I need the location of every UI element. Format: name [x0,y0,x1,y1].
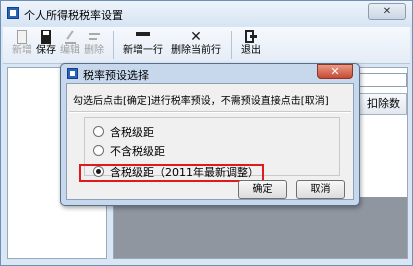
add-row-button[interactable]: 新增一行 [121,30,165,60]
dialog-app-icon [67,68,78,79]
delete-row-button-label: 删除当前行 [171,45,221,56]
ok-button[interactable]: 确定 [238,180,287,199]
edit-button[interactable]: 编辑 [59,30,81,60]
grid-empty-area [114,197,407,258]
add-row-icon [136,30,150,44]
delete-row-button[interactable]: ✕ 删除当前行 [167,30,225,60]
dialog-instruction: 勾选后点击[确定]进行税率预设，不需预设直接点击[取消] [73,96,329,107]
radio-label: 不含税级距 [110,145,165,158]
dialog-title: 税率预设选择 [83,69,149,82]
save-button-label: 保存 [36,45,56,56]
main-window-title: 个人所得税税率设置 [24,9,123,22]
save-button[interactable]: 保存 [35,30,57,60]
dialog-title-bar: 税率预设选择 ✕ [61,64,359,83]
close-icon: ✕ [330,65,340,78]
radio-option-tax-inclusive[interactable]: 含税级距 [93,125,154,141]
radio-option-tax-exclusive[interactable]: 不含税级距 [93,144,165,160]
exit-button-label: 退出 [241,45,261,56]
dialog-content: 勾选后点击[确定]进行税率预设，不需预设直接点击[取消] 含税级距 不含税级距 … [66,83,354,200]
close-icon: ✕ [382,6,392,17]
add-row-button-label: 新增一行 [123,45,163,56]
toolbar-separator [231,31,232,59]
new-button-label: 新增 [12,45,32,56]
red-highlight-box [79,164,264,182]
save-icon [41,30,51,44]
cancel-button[interactable]: 取消 [296,180,345,199]
edit-button-label: 编辑 [60,45,80,56]
dialog-close-button[interactable]: ✕ [317,64,353,79]
tax-rate-preset-dialog: 税率预设选择 ✕ 勾选后点击[确定]进行税率预设，不需预设直接点击[取消] 含税… [60,63,360,206]
delete-row-icon: ✕ [190,29,202,45]
app-icon [7,7,19,19]
exit-icon [245,30,257,44]
divider [69,111,351,113]
delete-icon [88,30,100,44]
toolbar-separator [113,31,114,59]
new-document-icon [17,30,27,44]
toolbar: 新增 保存 编辑 删除 新增一行 ✕ 删除当前行 退出 [3,27,410,64]
main-close-button[interactable]: ✕ [368,3,406,20]
new-button[interactable]: 新增 [11,30,33,60]
exit-button[interactable]: 退出 [239,30,263,60]
delete-button[interactable]: 删除 [83,30,105,60]
radio-button[interactable] [93,126,104,137]
radio-label: 含税级距 [110,126,154,139]
delete-button-label: 删除 [84,45,104,56]
main-title-bar: 个人所得税税率设置 ✕ [1,1,412,27]
edit-icon [64,30,76,44]
radio-button[interactable] [93,145,104,156]
